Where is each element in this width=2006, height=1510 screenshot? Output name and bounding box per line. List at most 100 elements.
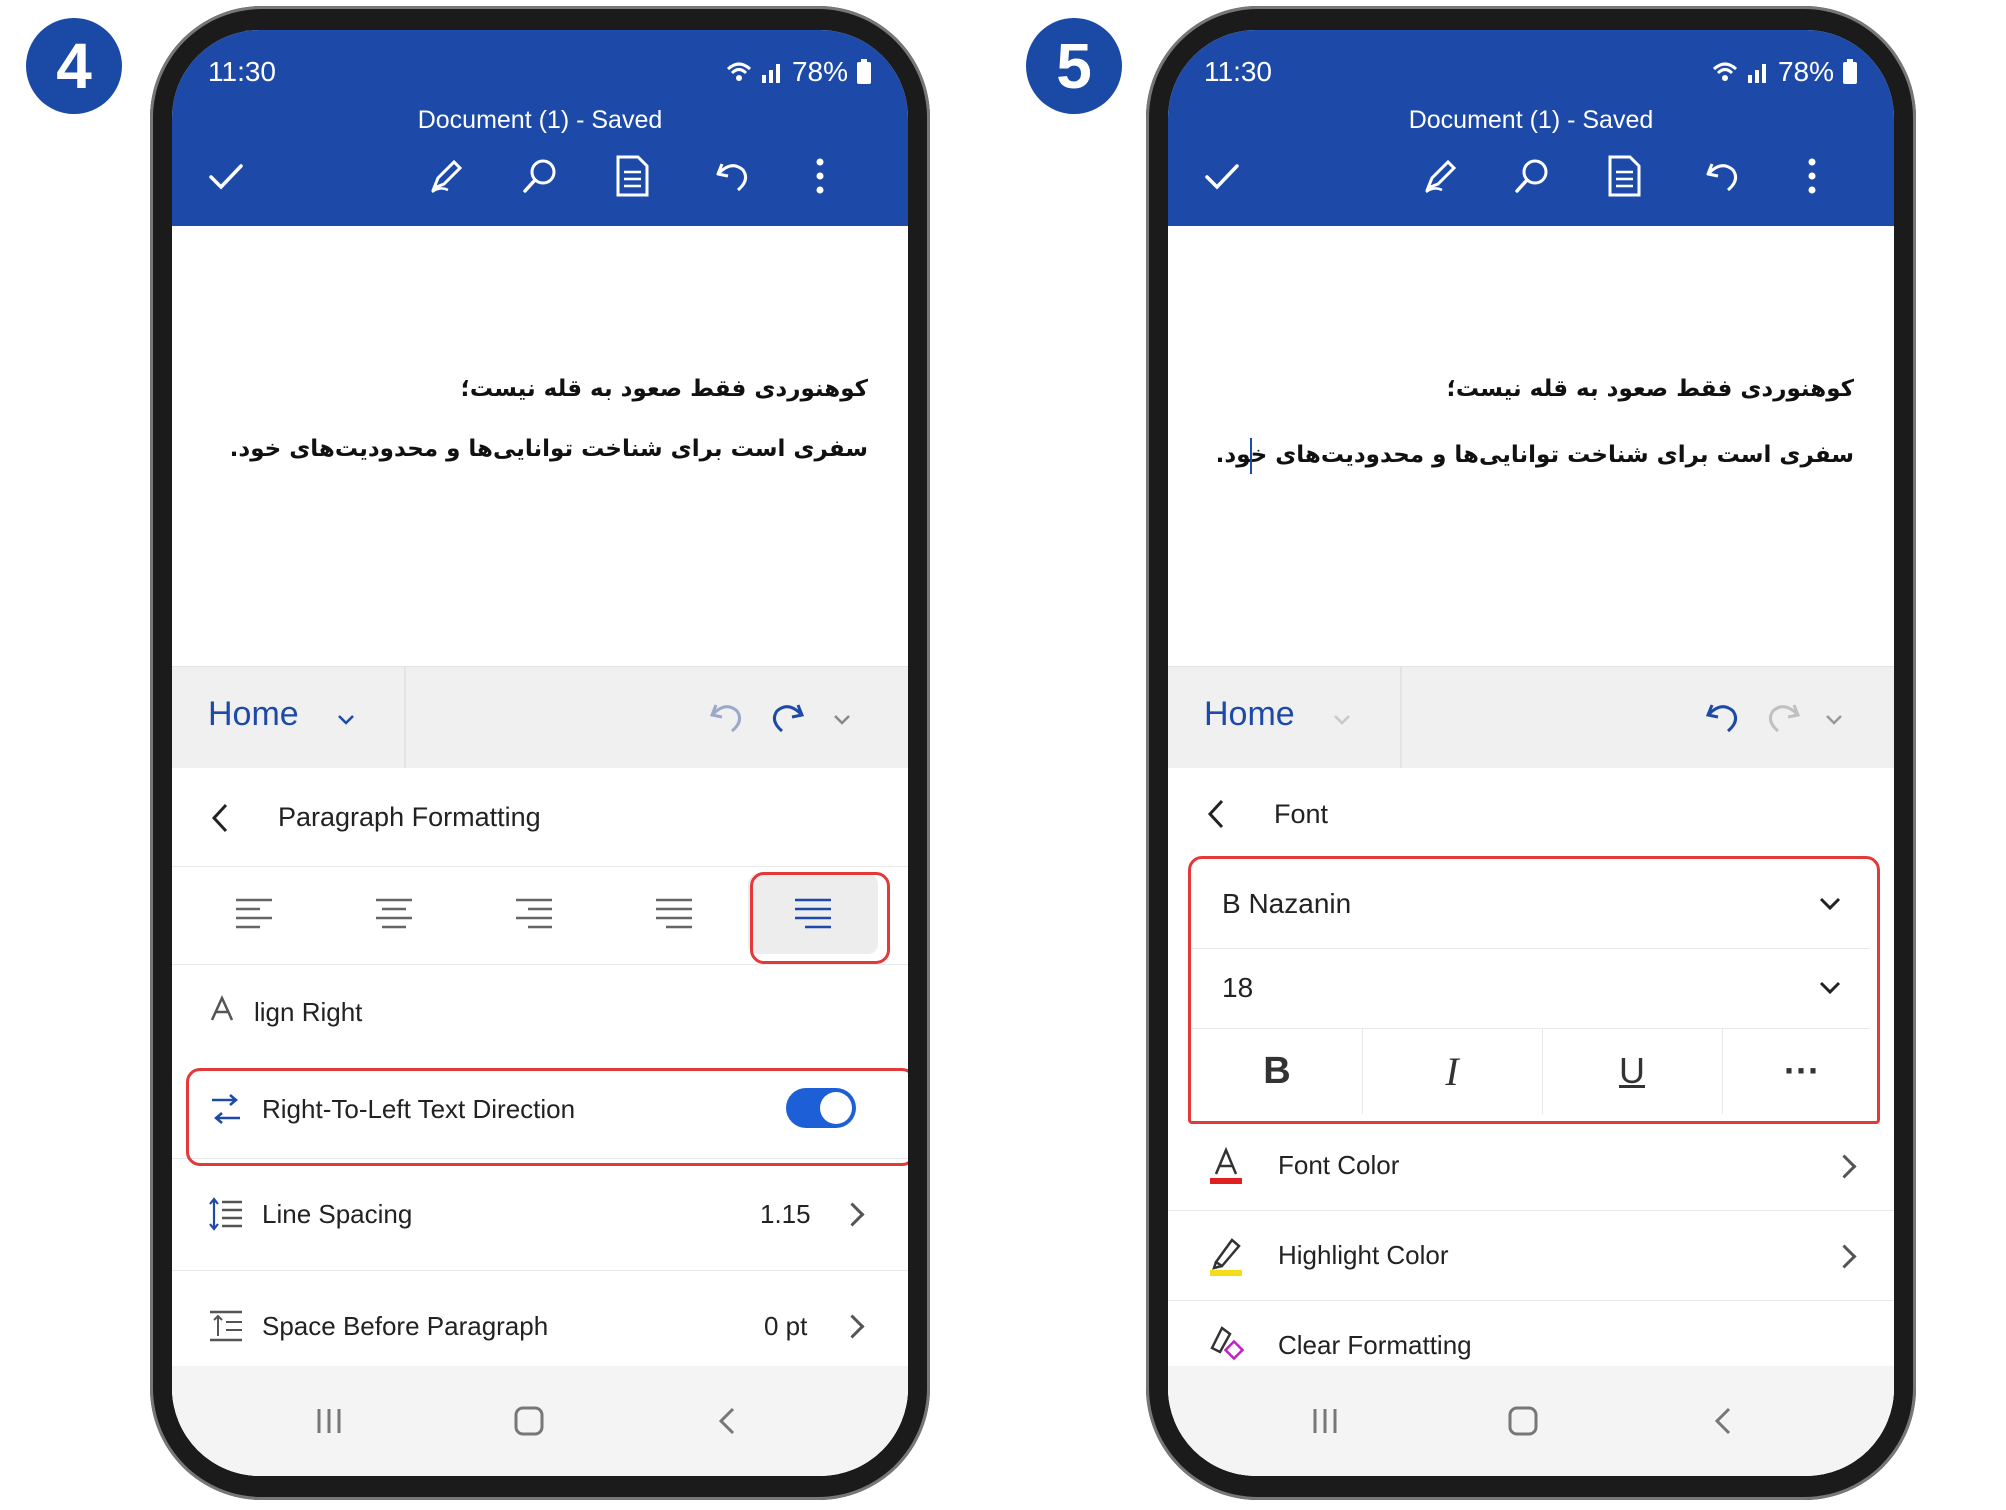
panel-header: Font xyxy=(1168,768,1894,860)
step-badge-4: 4 xyxy=(26,18,122,114)
chevron-right-icon xyxy=(840,1202,865,1227)
line-spacing-row[interactable]: Line Spacing 1.15 xyxy=(172,1158,908,1271)
align-hint-label: lign Right xyxy=(254,996,363,1027)
highlighter-icon xyxy=(1210,1238,1242,1276)
line-spacing-label: Line Spacing xyxy=(262,1198,413,1229)
document-line-2: سفری است برای شناخت توانایی‌ها و محدودیت… xyxy=(1215,442,1854,468)
font-color-icon xyxy=(1210,1146,1242,1184)
phone-frame-right: 11:30 78% Document (1) - Saved کوهنوردی … xyxy=(1146,6,1916,1500)
align-center-icon[interactable] xyxy=(374,896,414,937)
line-spacing-icon xyxy=(209,1197,242,1231)
ribbon-expand-icon[interactable] xyxy=(832,713,852,727)
chevron-right-icon xyxy=(1832,1244,1857,1269)
app-toolbar xyxy=(1168,152,1894,222)
ribbon-expand-icon[interactable] xyxy=(1824,713,1844,727)
app-header: 11:30 78% Document (1) - Saved xyxy=(172,30,908,226)
back-arrow-icon[interactable] xyxy=(1206,798,1226,830)
battery-icon xyxy=(857,59,871,84)
home-icon[interactable] xyxy=(1498,1396,1548,1446)
android-nav-bar xyxy=(172,1366,908,1476)
highlight-color-label: Highlight Color xyxy=(1278,1239,1449,1270)
space-before-label: Space Before Paragraph xyxy=(262,1310,549,1341)
font-panel: Font B Nazanin 18 B I U ··· Font Color H… xyxy=(1168,768,1894,1476)
signal-icon xyxy=(1747,64,1766,83)
home-icon[interactable] xyxy=(504,1396,554,1446)
battery-percent: 78% xyxy=(1777,56,1834,87)
ribbon-redo-icon[interactable] xyxy=(1764,697,1804,737)
document-view-icon[interactable] xyxy=(608,152,656,200)
back-arrow-icon[interactable] xyxy=(210,802,230,834)
document-line-1: کوهنوردی فقط صعود به قله نیست؛ xyxy=(1446,376,1854,402)
more-options-icon[interactable] xyxy=(796,152,844,200)
ribbon-undo-icon[interactable] xyxy=(1702,697,1742,737)
chevron-right-icon xyxy=(840,1314,865,1339)
chevron-right-icon xyxy=(1832,1154,1857,1179)
phone-screen: 11:30 78% Document (1) - Saved کوهنوردی … xyxy=(172,30,908,1476)
recent-apps-icon[interactable] xyxy=(1300,1396,1350,1446)
status-indicators: 78% xyxy=(726,56,872,88)
app-toolbar xyxy=(172,152,908,222)
align-hint-row: lign Right xyxy=(172,964,908,1060)
align-right-icon[interactable] xyxy=(514,896,554,937)
document-view-icon[interactable] xyxy=(1600,152,1648,200)
ribbon-bar: Home xyxy=(172,666,908,769)
clear-formatting-label: Clear Formatting xyxy=(1278,1329,1472,1360)
done-check-icon[interactable] xyxy=(1198,152,1246,200)
android-nav-bar xyxy=(1168,1366,1894,1476)
font-color-row[interactable]: Font Color xyxy=(1168,1120,1894,1211)
highlight-box-font xyxy=(1188,856,1880,1124)
status-indicators: 78% xyxy=(1712,56,1858,88)
rtl-direction-row[interactable]: Right-To-Left Text Direction xyxy=(172,1060,908,1166)
space-before-icon xyxy=(210,1310,242,1342)
ribbon-undo-icon[interactable] xyxy=(706,697,746,737)
ribbon-redo-icon[interactable] xyxy=(768,697,808,737)
search-icon[interactable] xyxy=(1508,152,1556,200)
wifi-icon xyxy=(1712,62,1737,81)
document-title: Document (1) - Saved xyxy=(417,106,663,134)
ribbon-divider xyxy=(404,667,406,769)
document-canvas[interactable]: کوهنوردی فقط صعود به قله نیست؛ سفری است … xyxy=(1168,226,1894,666)
back-nav-icon[interactable] xyxy=(1698,1396,1748,1446)
line-spacing-value: 1.15 xyxy=(760,1198,811,1229)
panel-header: Paragraph Formatting xyxy=(172,768,908,867)
undo-icon[interactable] xyxy=(1698,152,1746,200)
more-options-icon[interactable] xyxy=(1788,152,1836,200)
document-line-2: سفری است برای شناخت توانایی‌ها و محدودیت… xyxy=(229,436,868,462)
battery-percent: 78% xyxy=(791,56,848,87)
document-line-1: کوهنوردی فقط صعود به قله نیست؛ xyxy=(460,376,868,402)
search-icon[interactable] xyxy=(516,152,564,200)
status-time: 11:30 xyxy=(208,56,276,87)
app-header: 11:30 78% Document (1) - Saved xyxy=(1168,30,1894,226)
wifi-icon xyxy=(726,62,751,81)
status-time: 11:30 xyxy=(1204,56,1272,87)
document-canvas[interactable]: کوهنوردی فقط صعود به قله نیست؛ سفری است … xyxy=(172,226,908,666)
highlight-box-align xyxy=(750,872,890,964)
justify-icon[interactable] xyxy=(654,896,694,937)
highlight-box-rtl xyxy=(186,1068,908,1166)
space-before-value: 0 pt xyxy=(764,1310,808,1341)
font-color-label: Font Color xyxy=(1278,1149,1400,1180)
highlight-color-row[interactable]: Highlight Color xyxy=(1168,1210,1894,1301)
panel-title: Font xyxy=(1274,798,1329,829)
text-align-icon xyxy=(210,994,234,1021)
ribbon-tab-home[interactable]: Home xyxy=(208,695,299,734)
clear-formatting-icon xyxy=(1210,1326,1245,1361)
align-left-icon[interactable] xyxy=(234,896,274,937)
step-badge-5: 5 xyxy=(1026,18,1122,114)
draw-pen-icon[interactable] xyxy=(422,152,470,200)
ribbon-bar: Home xyxy=(1168,666,1894,769)
chevron-down-icon[interactable] xyxy=(1332,713,1352,727)
back-nav-icon[interactable] xyxy=(702,1396,752,1446)
phone-frame-left: 11:30 78% Document (1) - Saved کوهنوردی … xyxy=(150,6,930,1500)
signal-icon xyxy=(761,64,780,83)
recent-apps-icon[interactable] xyxy=(304,1396,354,1446)
draw-pen-icon[interactable] xyxy=(1416,152,1464,200)
undo-icon[interactable] xyxy=(708,152,756,200)
done-check-icon[interactable] xyxy=(202,152,250,200)
ribbon-divider xyxy=(1400,667,1402,769)
document-title: Document (1) - Saved xyxy=(1408,106,1654,134)
ribbon-tab-home[interactable]: Home xyxy=(1204,695,1295,734)
chevron-down-icon[interactable] xyxy=(336,713,356,727)
alignment-row xyxy=(172,866,908,965)
status-bar: 11:30 78% xyxy=(208,52,872,92)
